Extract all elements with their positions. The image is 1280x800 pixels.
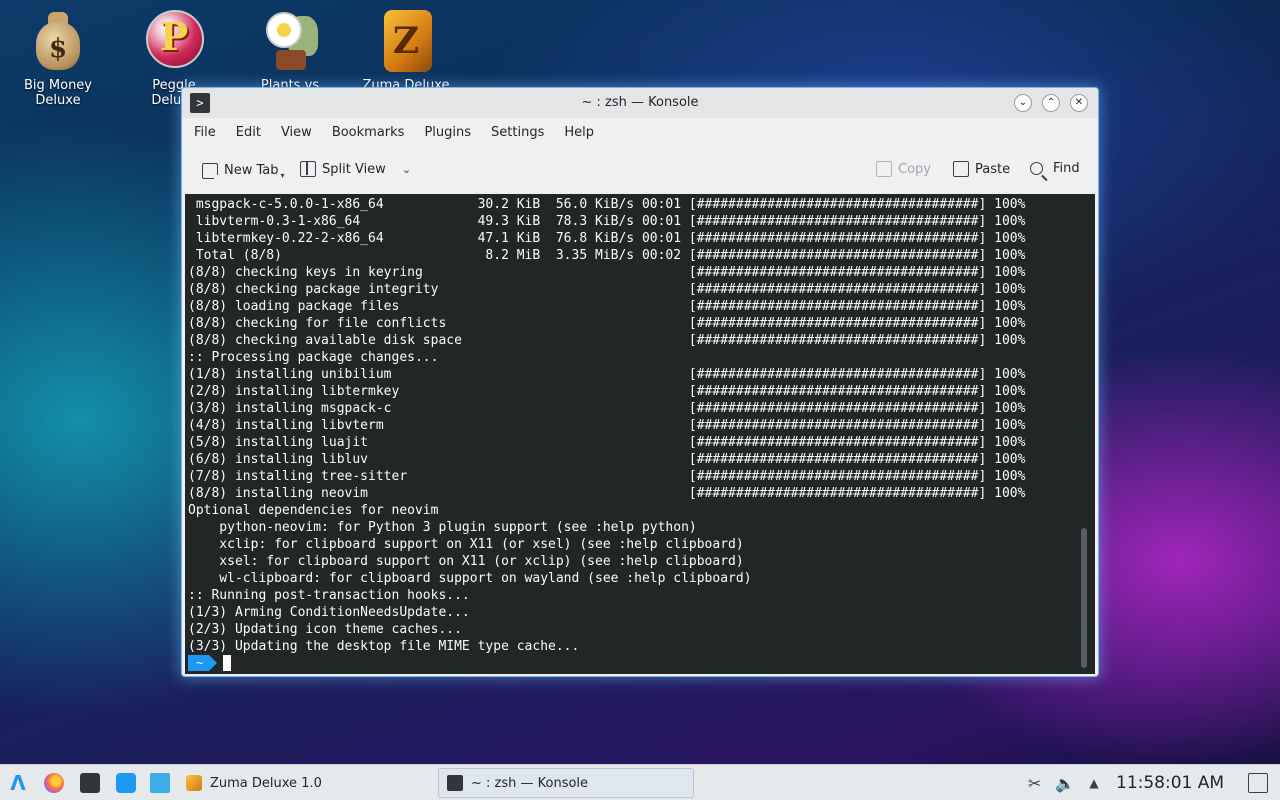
- zuma-icon: Z: [374, 8, 438, 74]
- plants-vs-zombies-icon: [258, 8, 322, 74]
- terminal-line: (2/8) installing libtermkey [###########…: [188, 384, 1026, 399]
- search-icon: [1030, 162, 1043, 175]
- terminal-line: msgpack-c-5.0.0-1-x86_64 30.2 KiB 56.0 K…: [188, 197, 1026, 212]
- copy-button[interactable]: Copy: [876, 161, 931, 177]
- terminal-line: :: Running post-transaction hooks...: [188, 588, 470, 603]
- terminal-line: (1/8) installing unibilium [############…: [188, 367, 1026, 382]
- menu-bar: File Edit View Bookmarks Plugins Setting…: [182, 118, 1098, 148]
- menu-edit[interactable]: Edit: [226, 118, 271, 148]
- terminal-line: (8/8) checking available disk space [###…: [188, 333, 1026, 348]
- terminal-line: (1/3) Arming ConditionNeedsUpdate...: [188, 605, 470, 620]
- scrollbar-thumb[interactable]: [1081, 528, 1087, 668]
- terminal-line: (7/8) installing tree-sitter [##########…: [188, 469, 1026, 484]
- terminal-line: python-neovim: for Python 3 plugin suppo…: [188, 520, 697, 535]
- volume-icon[interactable]: 🔈: [1055, 774, 1075, 793]
- terminal-line: (6/8) installing libluv [###############…: [188, 452, 1026, 467]
- split-view-icon: [300, 161, 316, 177]
- find-button[interactable]: Find: [1030, 161, 1080, 176]
- title-bar[interactable]: > ~ : zsh — Konsole ⌄ ⌃ ✕: [182, 88, 1098, 118]
- terminal-line: libvterm-0.3-1-x86_64 49.3 KiB 78.3 KiB/…: [188, 214, 1026, 229]
- software-store-icon[interactable]: [116, 773, 136, 793]
- terminal-line: Total (8/8) 8.2 MiB 3.35 MiB/s 00:02 [##…: [188, 248, 1026, 263]
- new-tab-label: New Tab: [224, 163, 279, 178]
- terminal-line: (8/8) checking for file conflicts [#####…: [188, 316, 1026, 331]
- paste-button[interactable]: Paste: [953, 161, 1010, 177]
- terminal-line: xsel: for clipboard support on X11 (or x…: [188, 554, 744, 569]
- toolbar: New Tab ▾ Split View ⌄ Copy Paste Find: [182, 148, 1098, 194]
- terminal-launcher-icon[interactable]: [80, 773, 100, 793]
- terminal-line: (4/8) installing libvterm [#############…: [188, 418, 1026, 433]
- zuma-icon: [186, 775, 202, 791]
- clock[interactable]: 11:58:01 AM: [1116, 773, 1224, 793]
- terminal-line: libtermkey-0.22-2-x86_64 47.1 KiB 76.8 K…: [188, 231, 1026, 246]
- app-launcher-icon[interactable]: Λ: [8, 773, 28, 793]
- peggle-icon: P: [142, 8, 206, 74]
- menu-view[interactable]: View: [271, 118, 322, 148]
- menu-plugins[interactable]: Plugins: [414, 118, 481, 148]
- tray-expand-icon[interactable]: ▲: [1089, 776, 1098, 790]
- chevron-down-icon: ▾: [280, 171, 285, 180]
- close-button[interactable]: ✕: [1070, 94, 1088, 112]
- paste-icon: [953, 161, 969, 177]
- file-manager-icon[interactable]: [150, 773, 170, 793]
- maximize-button[interactable]: ⌃: [1042, 94, 1060, 112]
- terminal-line: (3/8) installing msgpack-c [############…: [188, 401, 1026, 416]
- scissors-icon[interactable]: ✂: [1028, 774, 1041, 793]
- terminal-line: (3/3) Updating the desktop file MIME typ…: [188, 639, 580, 654]
- menu-file[interactable]: File: [184, 118, 226, 148]
- terminal-line: (8/8) checking keys in keyring [########…: [188, 265, 1026, 280]
- split-view-button[interactable]: Split View ⌄: [300, 161, 411, 177]
- desktop-icon-zuma[interactable]: Z Zuma Deluxe: [360, 8, 452, 93]
- menu-settings[interactable]: Settings: [481, 118, 554, 148]
- paste-label: Paste: [975, 161, 1011, 177]
- terminal-line: (2/3) Updating icon theme caches...: [188, 622, 462, 637]
- new-tab-icon: [202, 162, 221, 182]
- terminal-line: (8/8) installing neovim [###############…: [188, 486, 1026, 501]
- konsole-window: > ~ : zsh — Konsole ⌄ ⌃ ✕ File Edit View…: [182, 88, 1098, 676]
- task-label: Zuma Deluxe 1.0: [210, 775, 322, 791]
- show-desktop-icon[interactable]: [1248, 773, 1268, 793]
- minimize-button[interactable]: ⌄: [1014, 94, 1032, 112]
- task-konsole[interactable]: ~ : zsh — Konsole: [438, 768, 694, 798]
- desktop-icon-big-money[interactable]: $ Big Money Deluxe: [12, 8, 104, 108]
- terminal-output[interactable]: msgpack-c-5.0.0-1-x86_64 30.2 KiB 56.0 K…: [185, 194, 1095, 674]
- terminal-line: wl-clipboard: for clipboard support on w…: [188, 571, 752, 586]
- menu-bookmarks[interactable]: Bookmarks: [322, 118, 415, 148]
- menu-help[interactable]: Help: [554, 118, 604, 148]
- find-label: Find: [1053, 161, 1080, 176]
- copy-icon: [876, 161, 892, 177]
- copy-label: Copy: [898, 161, 931, 177]
- prompt-directory: ~: [188, 655, 218, 671]
- prompt-line: ~: [188, 654, 232, 672]
- money-bag-icon: $: [26, 8, 90, 74]
- terminal-line: xclip: for clipboard support on X11 (or …: [188, 537, 744, 552]
- task-zuma[interactable]: Zuma Deluxe 1.0: [178, 768, 330, 798]
- terminal-line: (8/8) checking package integrity [######…: [188, 282, 1026, 297]
- task-label: ~ : zsh — Konsole: [471, 775, 589, 791]
- terminal-line: (8/8) loading package files [###########…: [188, 299, 1026, 314]
- window-title: ~ : zsh — Konsole: [581, 95, 699, 110]
- split-view-label: Split View: [322, 161, 386, 177]
- firefox-icon[interactable]: [44, 773, 64, 793]
- desktop-icon-plants-vs-zombies[interactable]: Plants vs: [244, 8, 336, 93]
- terminal-line: (5/8) installing luajit [###############…: [188, 435, 1026, 450]
- text-cursor: [223, 655, 232, 671]
- chevron-down-icon[interactable]: ⌄: [402, 163, 411, 176]
- new-tab-button[interactable]: New Tab ▾: [202, 161, 285, 182]
- taskbar: Λ Zuma Deluxe 1.0 ~ : zsh — Konsole ✂ 🔈 …: [0, 764, 1280, 800]
- terminal-icon: [447, 775, 463, 791]
- terminal-line: :: Processing package changes...: [188, 350, 439, 365]
- terminal-line: Optional dependencies for neovim: [188, 503, 439, 518]
- desktop-icon-label: Big Money Deluxe: [23, 78, 92, 108]
- system-tray: ✂ 🔈 ▲: [1028, 765, 1099, 800]
